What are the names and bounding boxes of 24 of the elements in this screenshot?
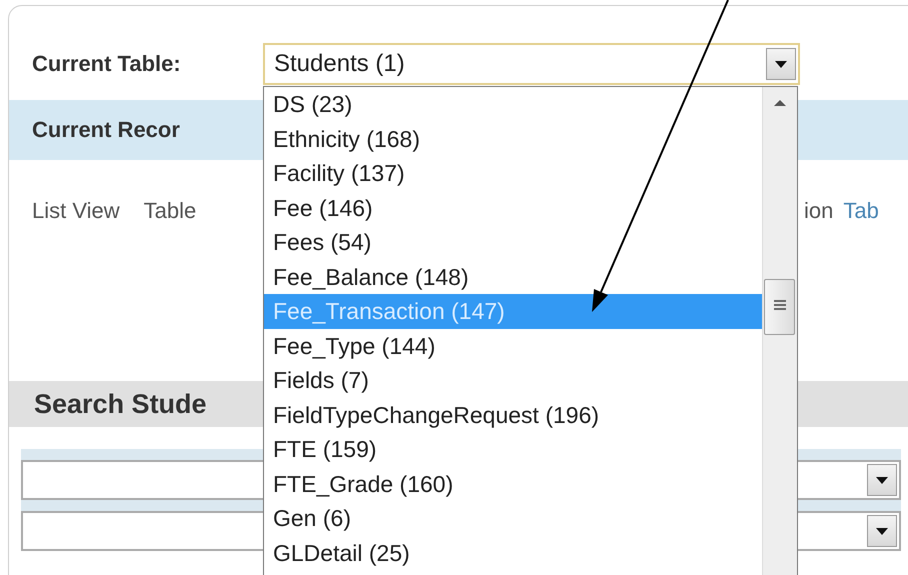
dropdown-option[interactable]: DS (23) — [264, 87, 763, 122]
scroll-up-icon[interactable] — [774, 100, 786, 106]
table-select[interactable]: Students (1) — [263, 43, 800, 85]
dropdown-option[interactable]: Fee_Balance (148) — [264, 260, 763, 294]
dropdown-option[interactable]: FTE_Grade (160) — [264, 466, 763, 501]
dropdown-option[interactable]: Fee_Type (144) — [264, 328, 763, 363]
dropdown-option[interactable]: Fee (146) — [264, 190, 763, 225]
scrollbar[interactable] — [762, 87, 797, 575]
current-table-label: Current Table: — [31, 51, 182, 77]
view-link[interactable]: Tab — [843, 198, 879, 224]
dropdown-option[interactable]: FieldTypeChangeRequest (196) — [264, 398, 763, 432]
search-heading: Search Stude — [33, 388, 207, 420]
dropdown-option[interactable]: GLDetail (25) — [264, 536, 763, 570]
dropdown-option[interactable]: Facility (137) — [264, 156, 763, 190]
view-link[interactable]: List View — [32, 198, 120, 224]
view-link[interactable]: Table — [144, 198, 196, 224]
current-record-heading: Current Recor — [31, 117, 180, 143]
dropdown-option[interactable]: Ethnicity (168) — [264, 122, 763, 156]
scroll-thumb[interactable] — [764, 279, 795, 335]
dropdown-option[interactable]: Fields (7) — [264, 363, 763, 398]
dropdown-option[interactable]: Fees (54) — [264, 225, 763, 260]
view-label: ion — [804, 198, 834, 224]
dropdown-option[interactable]: FTE (159) — [264, 432, 763, 466]
dropdown-option[interactable]: Gen (6) — [264, 501, 763, 536]
